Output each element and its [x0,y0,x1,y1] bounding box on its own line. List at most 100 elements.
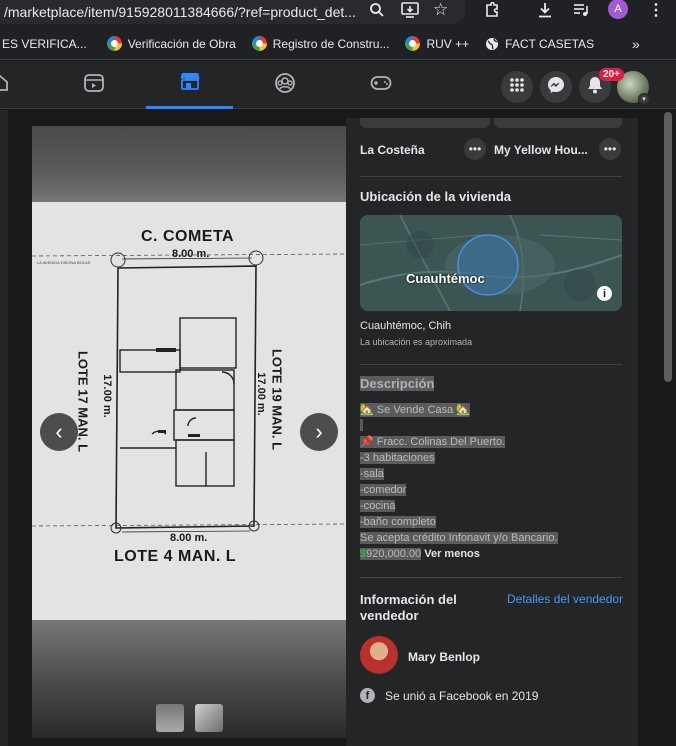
description-line-4: -sala [360,468,384,480]
prev-photo-button[interactable]: ‹ [40,413,78,451]
more-bookmarks-icon[interactable]: » [632,36,640,52]
related-item-2[interactable]: My Yellow Hou... [494,143,588,157]
video-icon [83,73,105,98]
plan-left-lot: LOTE 17 MAN. L [75,350,91,453]
messenger-button[interactable] [540,71,572,103]
media-queue-icon[interactable] [573,2,589,22]
messenger-icon [547,76,565,99]
description-line-6: -cocina [360,500,396,512]
photo-blur-bottom [32,620,346,738]
plan-street-label: C. COMETA [141,228,235,245]
location-map[interactable]: Cuauhtémoc i [360,215,622,311]
next-photo-button[interactable]: › [300,413,338,451]
plan-right-lot: LOTE 19 MAN. L [269,348,285,451]
seller-heading-line1: Información del [360,592,457,607]
groups-icon [274,72,296,99]
bookmark-star-icon[interactable]: ☆ [433,0,448,20]
notifications-badge: 20+ [599,68,624,81]
ruv-logo-icon [251,36,267,51]
seller-joined: Se unió a Facebook en 2019 [385,689,539,703]
plan-right-length: 17.00 m. [255,372,267,416]
address-bar[interactable]: /marketplace/item/915928011384666/?ref=p… [0,0,465,24]
divider [360,577,622,578]
seller-details-link[interactable]: Detalles del vendedor [507,592,623,606]
more-dots-icon: ••• [468,142,482,156]
home-icon [0,73,10,98]
description-line-5: -comedor [360,484,407,496]
house-emoji-icon: 🏡 [453,404,470,416]
bookmark-ruv[interactable]: RUV ++ [405,36,469,51]
listing-photo[interactable]: LA AVENIDA DIEGNA BOLAS C. COMETA 8.00 m… [32,126,346,738]
zoom-icon[interactable] [369,2,385,22]
location-note: La ubicación es aproximada [360,337,473,347]
see-less-link[interactable]: Ver menos [424,548,480,560]
plan-bottom-width: 8.00 m. [170,532,208,544]
menu-button[interactable] [501,71,533,103]
marketplace-icon [179,71,201,96]
tab-video[interactable] [51,61,137,109]
seller-avatar[interactable] [360,636,398,674]
left-gutter [0,110,8,746]
divider [360,364,622,365]
facebook-icon: f [360,688,375,703]
map-city-label: Cuauhtémoc [406,271,485,286]
description-price-line: $920,000.00 Ver menos [360,548,480,560]
kebab-menu-icon[interactable]: ⋮ [648,0,664,20]
pin-emoji-icon: 📌 [360,436,377,448]
photo-thumbnail-2[interactable] [195,704,223,732]
browser-toolbar: /marketplace/item/915928011384666/?ref=p… [0,0,676,28]
bookmark-registro-construccion[interactable]: Registro de Constru... [251,36,389,51]
description-line-8: Se acepta crédito Infonavit y/o Bancario… [360,532,558,544]
page-scrollbar-thumb[interactable] [664,112,672,382]
ruv-logo-icon [405,36,421,51]
description-line-1: 🏡 Se Vende Casa 🏡 [360,403,470,417]
description-line-3: -3 habitaciones [360,452,435,464]
location-city: Cuauhtémoc, Chih [360,320,452,332]
bookmark-es-verifica[interactable]: ES VERIFICA... [2,37,87,51]
plan-bottom-lot: LOTE 4 MAN. L [114,548,237,565]
tab-home[interactable] [0,61,43,109]
seller-heading-line2: vendedor [360,608,419,623]
facebook-nav-bar: ▾ [0,61,676,109]
related-card-1[interactable] [360,118,490,128]
bookmark-verificacion-obra[interactable]: Verificación de Obra [106,36,236,51]
chevron-right-icon: › [315,419,323,444]
install-app-icon[interactable] [401,2,419,22]
description-line-2: 📌 Fracc. Colinas Del Puerto. [360,436,506,448]
house-emoji-icon: 🏡 [360,404,377,416]
photo-thumbnail-1[interactable] [156,704,184,732]
related-card-2[interactable] [494,118,622,128]
tab-groups[interactable] [242,61,328,109]
info-icon[interactable]: i [597,286,612,301]
bookmarks-bar: ES VERIFICA... Verificación de Obra Regi… [0,28,676,60]
page: /marketplace/item/915928011384666/?ref=p… [0,0,676,746]
download-icon[interactable] [537,2,553,22]
chevron-left-icon: ‹ [55,419,63,444]
extensions-icon[interactable] [484,1,500,22]
bookmark-fact-casetas[interactable]: FACT CASETAS [485,37,594,51]
ruv-logo-icon [106,36,122,51]
photo-blur-top [32,126,346,202]
seller-name[interactable]: Mary Benlop [408,650,480,664]
tab-gaming[interactable] [338,61,424,109]
url-text[interactable]: /marketplace/item/915928011384666/?ref=p… [0,4,355,20]
more-options-button-2[interactable]: ••• [599,138,621,160]
gamepad-icon [370,75,392,96]
more-dots-icon: ••• [603,142,617,156]
svg-text:LA AVENIDA DIEGNA BOLAS: LA AVENIDA DIEGNA BOLAS [37,260,91,265]
floor-plan-image: LA AVENIDA DIEGNA BOLAS C. COMETA 8.00 m… [32,202,346,620]
more-options-button-1[interactable]: ••• [464,138,486,160]
chevron-down-icon[interactable]: ▾ [638,93,650,105]
description-line-7: -baño completo [360,516,436,528]
description-blank-line [360,419,364,431]
plan-top-width: 8.00 m. [172,248,210,260]
related-item-1[interactable]: La Costeña [360,143,425,157]
plan-left-length: 17.00 m. [101,374,113,418]
grid-menu-icon [509,77,525,98]
tab-marketplace[interactable] [146,61,233,109]
description-heading: Descripción [360,376,435,391]
globe-icon [485,37,499,51]
location-heading: Ubicación de la vivienda [360,189,511,204]
divider [360,176,622,177]
profile-avatar[interactable]: A [608,0,628,19]
